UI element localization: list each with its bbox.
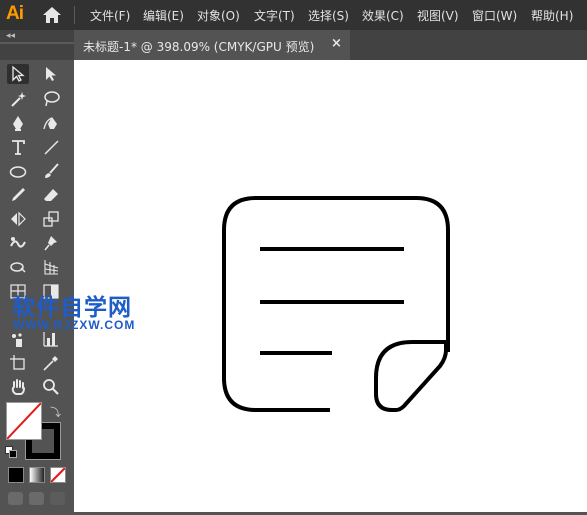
menu-object[interactable]: 对象(O) [197, 7, 240, 24]
close-icon[interactable]: × [331, 36, 342, 51]
curvature-tool[interactable] [40, 113, 62, 133]
watermark-url: WWW.RJZXW.COM [13, 318, 136, 332]
menu-effect[interactable]: 效果(C) [362, 7, 404, 24]
shape-builder-icon [10, 262, 26, 273]
eyedropper-icon [43, 356, 58, 371]
menu-view[interactable]: 视图(V) [417, 7, 459, 24]
toolbar-grip[interactable] [0, 42, 74, 44]
type-icon [12, 140, 25, 155]
lasso-icon [44, 91, 60, 107]
watermark-title: 软件自学网 [12, 295, 132, 321]
menu-select[interactable]: 选择(S) [308, 7, 349, 24]
collapse-panel-icon[interactable]: ◂◂ [6, 31, 15, 41]
scale-icon [43, 211, 59, 227]
artboard-icon [10, 355, 25, 370]
note-document-icon [222, 196, 450, 412]
pen-icon [13, 116, 23, 131]
pin-icon [44, 236, 57, 251]
draw-inside-button[interactable] [50, 492, 65, 505]
color-mode-button[interactable] [8, 467, 24, 483]
curvature-pen-icon [43, 117, 57, 130]
ellipse-icon [9, 166, 27, 178]
zoom-tool[interactable] [40, 377, 62, 397]
artboard-tool[interactable] [7, 353, 29, 373]
direct-selection-arrow-icon [46, 67, 56, 81]
reflect-icon [11, 211, 26, 227]
zoom-icon [43, 379, 59, 395]
home-icon[interactable] [42, 6, 62, 24]
symbol-sprayer-icon [12, 333, 22, 347]
ellipse-tool[interactable] [7, 161, 29, 181]
puppet-warp-tool[interactable] [7, 233, 29, 253]
document-tab[interactable]: 未标题-1* @ 398.09% (CMYK/GPU 预览) × [74, 30, 350, 60]
paintbrush-tool[interactable] [40, 161, 62, 181]
selection-arrow-icon [12, 65, 25, 82]
eraser-icon [44, 189, 58, 201]
puppet-warp-icon [10, 237, 26, 248]
symbol-sprayer-tool[interactable] [7, 329, 29, 349]
perspective-grid-icon [44, 260, 59, 275]
menu-type[interactable]: 文字(T) [254, 7, 295, 24]
perspective-grid-tool[interactable] [40, 257, 62, 277]
hand-tool[interactable] [7, 377, 29, 397]
swap-fill-stroke-icon[interactable]: ⤵ [50, 404, 61, 420]
none-slash-icon [51, 468, 65, 482]
gradient-mode-button[interactable] [29, 467, 45, 483]
artboard-canvas[interactable] [74, 60, 587, 512]
menu-edit[interactable]: 编辑(E) [143, 7, 184, 24]
pen-tool[interactable] [7, 113, 29, 133]
paintbrush-icon [45, 163, 59, 178]
menu-file[interactable]: 文件(F) [90, 7, 130, 24]
reflect-tool[interactable] [7, 209, 29, 229]
app-logo: Ai [6, 3, 24, 24]
pin-tool[interactable] [40, 233, 62, 253]
none-mode-button[interactable] [50, 467, 66, 483]
draw-normal-button[interactable] [8, 492, 23, 505]
direct-selection-tool[interactable] [40, 64, 62, 84]
column-graph-icon [43, 332, 58, 347]
document-tab-title: 未标题-1* @ 398.09% (CMYK/GPU 预览) [83, 40, 315, 54]
menu-window[interactable]: 窗口(W) [472, 7, 517, 24]
pencil-icon [12, 188, 25, 201]
default-colors-icon[interactable] [5, 446, 17, 458]
line-icon [44, 140, 59, 155]
magic-wand-icon [11, 92, 26, 107]
menu-bar: Ai 文件(F) 编辑(E) 对象(O) 文字(T) 选择(S) 效果(C) 视… [0, 0, 587, 30]
eyedropper-tool[interactable] [40, 353, 62, 373]
fill-color-swatch[interactable] [6, 402, 42, 440]
eraser-tool[interactable] [40, 185, 62, 205]
hand-icon [11, 379, 25, 395]
pencil-tool[interactable] [7, 185, 29, 205]
shape-builder-tool[interactable] [7, 257, 29, 277]
menu-help[interactable]: 帮助(H) [531, 7, 573, 24]
lasso-tool[interactable] [40, 89, 62, 109]
magic-wand-tool[interactable] [7, 89, 29, 109]
draw-behind-button[interactable] [29, 492, 44, 505]
menu-divider [74, 6, 75, 24]
line-segment-tool[interactable] [40, 137, 62, 157]
type-tool[interactable] [7, 137, 29, 157]
selection-tool[interactable] [7, 64, 29, 84]
none-slash-icon [7, 403, 41, 439]
column-graph-tool[interactable] [40, 329, 62, 349]
scale-tool[interactable] [40, 209, 62, 229]
